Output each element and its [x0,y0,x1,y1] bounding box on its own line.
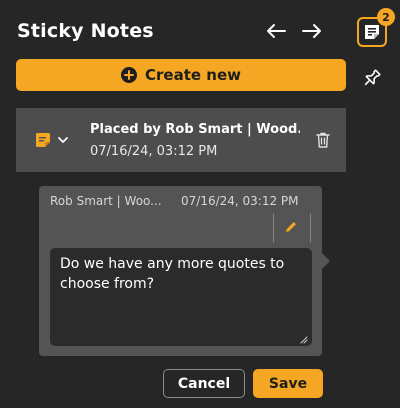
divider [273,214,274,242]
notes-count-badge: 2 [377,8,395,26]
pin-button[interactable] [358,64,386,92]
chevron-down-icon[interactable] [57,135,69,145]
arrow-left-icon [267,24,286,38]
save-button[interactable]: Save [253,369,323,398]
comment-timestamp: 07/16/24, 03:12 PM [181,194,299,208]
arrow-right-icon [302,24,321,38]
pencil-icon[interactable] [284,220,298,234]
comment-textarea[interactable]: Do we have any more quotes to choose fro… [50,248,312,346]
create-new-label: Create new [145,66,241,84]
sticky-notes-panel: Sticky Notes 2 Create new Placed by Rob … [0,0,400,408]
sticky-note-icon [365,25,379,39]
divider [310,214,311,242]
previous-note-button[interactable] [263,18,289,44]
page-title: Sticky Notes [17,20,154,42]
comment-card: Rob Smart | Woo... 07/16/24, 03:12 PM Do… [39,186,330,356]
next-note-button[interactable] [299,18,325,44]
thread-author: Placed by Rob Smart | Wood... [90,122,300,137]
comment-author: Rob Smart | Woo... [50,194,162,208]
note-icon [36,133,50,147]
plus-circle-icon [121,67,137,83]
thread-timestamp: 07/16/24, 03:12 PM [90,144,218,159]
cancel-button[interactable]: Cancel [163,369,245,398]
create-new-button[interactable]: Create new [16,59,346,91]
resize-handle-icon[interactable] [300,336,308,344]
trash-icon[interactable] [316,132,330,148]
pin-icon [364,69,381,86]
note-thread-row[interactable]: Placed by Rob Smart | Wood... 07/16/24, … [16,108,346,172]
